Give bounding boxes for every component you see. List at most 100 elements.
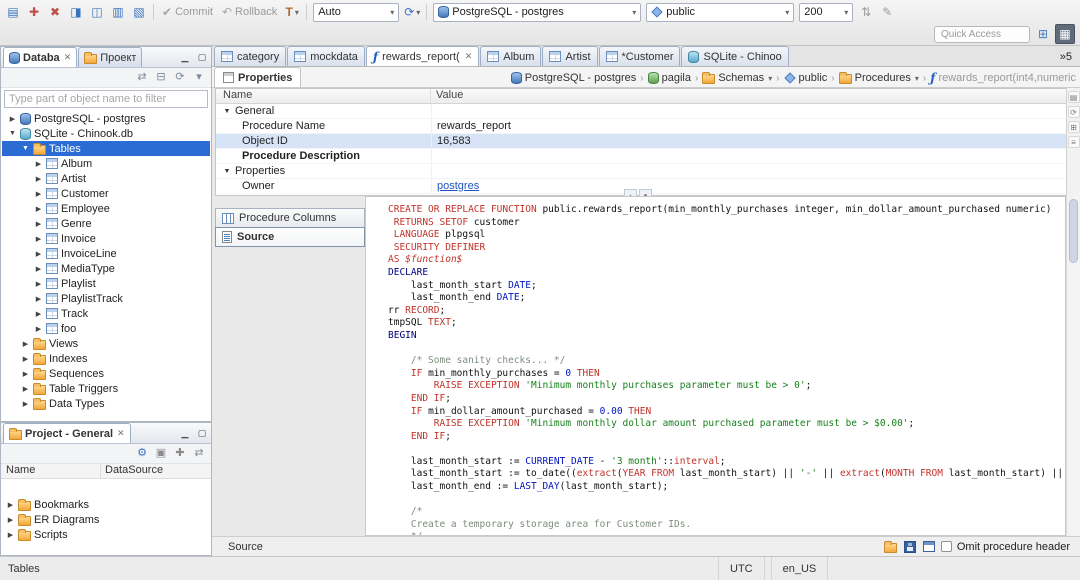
locale-indicator[interactable]: en_US — [770, 557, 829, 580]
editor-tab-artist[interactable]: Artist — [542, 46, 598, 66]
expand-collapsed-icon[interactable]: ▶ — [34, 190, 43, 198]
dbeaver-perspective-button[interactable]: ▦ — [1055, 24, 1075, 44]
editor-tab-rewards-report[interactable]: ƒ rewards_report(✕ — [365, 46, 480, 66]
expand-expanded-icon[interactable]: ▼ — [21, 145, 30, 152]
autocommit-select[interactable]: Auto ▾ — [313, 2, 400, 22]
maximize-panel-icon[interactable]: ▢ — [196, 51, 208, 63]
quick-access-input[interactable] — [934, 25, 1030, 43]
save-to-file-icon[interactable] — [903, 540, 916, 553]
property-row-procedure-description[interactable]: Procedure Description — [216, 149, 1066, 164]
tree-item-table-triggers[interactable]: ▶ Table Triggers — [2, 381, 210, 396]
sync-icon[interactable]: ⇄ — [192, 448, 206, 459]
expand-expanded-icon[interactable]: ▼ — [222, 108, 232, 115]
timezone-indicator[interactable]: UTC — [718, 557, 765, 580]
tree-item-invoice[interactable]: ▶ Invoice — [2, 231, 210, 246]
transaction-log-button[interactable]: T ▾ — [282, 2, 302, 22]
tree-item-sequences[interactable]: ▶ Sequences — [2, 366, 210, 381]
column-header-datasource[interactable]: DataSource — [101, 464, 163, 478]
tree-item-playlisttrack[interactable]: ▶ PlaylistTrack — [2, 291, 210, 306]
view-menu-icon[interactable]: ▾ — [192, 72, 206, 83]
scrollbar-thumb[interactable] — [1069, 199, 1078, 263]
tree-item-foo[interactable]: ▶ foo — [2, 321, 210, 336]
project-item-er-diagrams[interactable]: ▶ ER Diagrams — [2, 512, 210, 527]
column-header-name[interactable]: Name — [216, 89, 431, 103]
tree-item-mediatype[interactable]: ▶ MediaType — [2, 261, 210, 276]
tree-item-track[interactable]: ▶ Track — [2, 306, 210, 321]
expand-collapsed-icon[interactable]: ▶ — [6, 516, 15, 524]
open-perspective-button[interactable]: ⊞ — [1033, 24, 1053, 44]
load-from-file-icon[interactable] — [883, 540, 897, 553]
property-row-general[interactable]: ▼ General — [216, 104, 1066, 119]
tree-item-tables[interactable]: ▼ Tables — [2, 141, 210, 156]
tree-item-indexes[interactable]: ▶ Indexes — [2, 351, 210, 366]
tree-item-genre[interactable]: ▶ Genre — [2, 216, 210, 231]
expand-collapsed-icon[interactable]: ▶ — [21, 400, 30, 408]
column-header-value[interactable]: Value — [431, 89, 463, 103]
scroll-lock-button[interactable]: ⇅ — [856, 2, 876, 22]
rollback-button[interactable]: ↶ Rollback — [218, 2, 281, 22]
object-filter-input[interactable] — [4, 90, 208, 108]
property-row-object-id[interactable]: Object ID 16,583 — [216, 134, 1066, 149]
tree-item-invoiceline[interactable]: ▶ InvoiceLine — [2, 246, 210, 261]
expand-collapsed-icon[interactable]: ▶ — [34, 250, 43, 258]
expand-collapsed-icon[interactable]: ▶ — [34, 220, 43, 228]
expand-collapsed-icon[interactable]: ▶ — [21, 370, 30, 378]
tree-item-views[interactable]: ▶ Views — [2, 336, 210, 351]
expand-collapsed-icon[interactable]: ▶ — [6, 531, 15, 539]
output-window-button[interactable]: ▥ — [108, 2, 128, 22]
expand-collapsed-icon[interactable]: ▶ — [34, 160, 43, 168]
open-window-button[interactable]: ◨ — [66, 2, 86, 22]
minimize-panel-icon[interactable]: ▁ — [179, 427, 191, 439]
minimize-panel-icon[interactable]: ▁ — [179, 51, 191, 63]
expand-collapsed-icon[interactable]: ▶ — [8, 115, 17, 123]
settings-icon[interactable]: ⚙ — [135, 448, 149, 459]
property-row-properties[interactable]: ▼ Properties — [216, 164, 1066, 179]
expand-collapsed-icon[interactable]: ▶ — [34, 280, 43, 288]
section-source[interactable]: Source — [215, 227, 365, 247]
new-connection-button[interactable]: ✚ — [24, 2, 44, 22]
tree-item-sqlite-chinook-db[interactable]: ▼ SQLite - Chinook.db — [2, 126, 210, 141]
column-header-name[interactable]: Name — [1, 464, 101, 478]
expand-collapsed-icon[interactable]: ▶ — [34, 295, 43, 303]
tab-overflow-indicator[interactable]: »5 — [1060, 51, 1078, 66]
expand-collapsed-icon[interactable]: ▶ — [21, 385, 30, 393]
link-with-editor-icon[interactable]: ⇄ — [135, 72, 149, 83]
editor-tab-mockdata[interactable]: mockdata — [287, 46, 365, 66]
new-item-icon[interactable]: ✚ — [173, 448, 187, 459]
commit-button[interactable]: ✔ Commit — [158, 2, 217, 22]
navigator-tab-databa[interactable]: Databa ✕ — [3, 47, 78, 67]
refresh-properties-icon[interactable]: ⟳ — [1067, 106, 1080, 118]
copy-icon[interactable]: ▣ — [154, 448, 168, 459]
source-viewer[interactable]: CREATE OR REPLACE FUNCTION public.reward… — [365, 196, 1066, 536]
expand-collapsed-icon[interactable]: ▶ — [34, 175, 43, 183]
save-properties-icon[interactable]: ▤ — [1067, 91, 1080, 103]
refresh-tree-icon[interactable]: ⟳ — [173, 72, 187, 83]
expand-collapsed-icon[interactable]: ▶ — [21, 340, 30, 348]
tree-item-postgresql-postgres[interactable]: ▶ PostgreSQL - postgres — [2, 111, 210, 126]
expand-collapsed-icon[interactable]: ▶ — [6, 501, 15, 509]
source-scrollbar[interactable] — [1066, 196, 1080, 536]
expand-collapsed-icon[interactable]: ▶ — [34, 205, 43, 213]
section-procedure-columns[interactable]: Procedure Columns — [215, 208, 365, 228]
tree-item-playlist[interactable]: ▶ Playlist — [2, 276, 210, 291]
editor-tab-customer[interactable]: *Customer — [598, 46, 681, 66]
collapse-all-icon[interactable]: ⊟ — [154, 72, 168, 83]
expand-collapsed-icon[interactable]: ▶ — [34, 310, 43, 318]
omit-header-checkbox[interactable] — [940, 541, 952, 552]
close-tab-icon[interactable]: ✕ — [64, 52, 72, 63]
tree-item-employee[interactable]: ▶ Employee — [2, 201, 210, 216]
disconnect-button[interactable]: ✖ — [45, 2, 65, 22]
edit-mode-button[interactable]: ✎ — [877, 2, 897, 22]
tab-properties[interactable]: Properties — [214, 67, 302, 87]
connection-select[interactable]: PostgreSQL - postgres ▾ — [433, 2, 642, 22]
omit-header-option[interactable]: Omit procedure header — [940, 541, 1070, 553]
close-tab-icon[interactable]: ✕ — [465, 51, 473, 62]
tree-item-artist[interactable]: ▶ Artist — [2, 171, 210, 186]
tree-item-data-types[interactable]: ▶ Data Types — [2, 396, 210, 411]
project-item-scripts[interactable]: ▶ Scripts — [2, 527, 210, 542]
expand-all-icon[interactable]: ⊞ — [1067, 121, 1080, 133]
breadcrumb-item-postgresql-postgres[interactable]: PostgreSQL - postgres — [509, 72, 638, 84]
expand-expanded-icon[interactable]: ▼ — [8, 130, 17, 137]
navigator-tab-проект[interactable]: Проект — [78, 47, 143, 67]
maximize-panel-icon[interactable]: ▢ — [196, 427, 208, 439]
